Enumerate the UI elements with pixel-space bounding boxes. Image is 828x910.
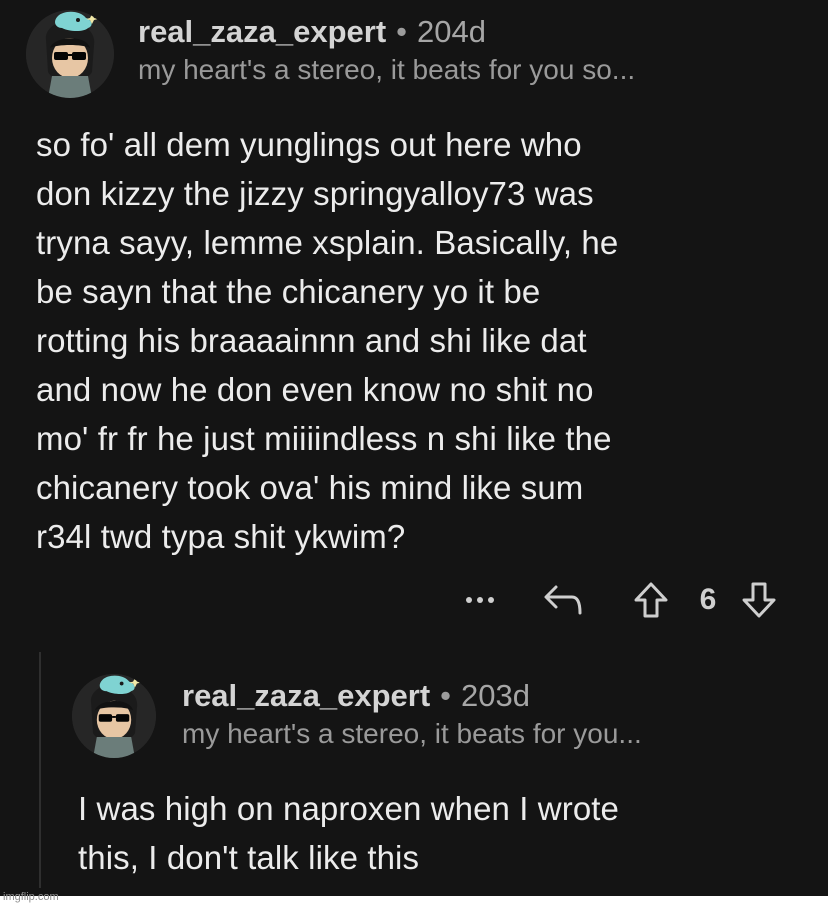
upvote-button[interactable] [628, 574, 674, 626]
body-line: tryna sayy, lemme xsplain. Basically, he [36, 224, 619, 261]
downvote-button[interactable] [736, 574, 782, 626]
more-dots-icon [466, 597, 494, 603]
upvote-arrow-icon [634, 582, 668, 618]
meta-separator: • [396, 14, 408, 49]
comment-thread-page: real_zaza_expert • 204d my heart's a stere… [0, 0, 828, 910]
reply-body: I was high on naproxen when I wrote this… [78, 784, 798, 882]
reply-button[interactable] [538, 574, 588, 626]
username[interactable]: real_zaza_expert [138, 14, 386, 49]
comment-body: so fo' all dem yunglings out here who do… [36, 120, 806, 561]
user-avatar[interactable] [72, 674, 156, 758]
reply-arrow-icon [544, 585, 582, 615]
avatar-icon [72, 674, 156, 758]
body-line: I was high on naproxen when I wrote [78, 790, 619, 827]
body-line: so fo' all dem yunglings out here who [36, 126, 582, 163]
reply-comment-card: real_zaza_expert • 203d my heart's a stere… [0, 630, 828, 900]
avatar-icon [26, 10, 114, 98]
body-line: be sayn that the chicanery yo it be [36, 273, 541, 310]
body-line: and now he don even know no shit no [36, 371, 594, 408]
user-flair: my heart's a stereo, it beats for you so… [138, 54, 636, 85]
comment-meta: real_zaza_expert • 204d my heart's a stere… [138, 12, 635, 88]
author-line: real_zaza_expert • 203d [182, 676, 642, 716]
comment-meta: real_zaza_expert • 203d my heart's a stere… [182, 676, 642, 752]
username[interactable]: real_zaza_expert [182, 678, 430, 713]
meta-separator: • [440, 678, 452, 713]
body-line: rotting his braaaainnn and shi like dat [36, 322, 587, 359]
body-line: mo' fr fr he just miiiindless n shi like… [36, 420, 612, 457]
body-line: this, I don't talk like this [78, 839, 420, 876]
more-options-button[interactable] [455, 574, 505, 626]
comment-age: 204d [417, 14, 486, 49]
user-flair: my heart's a stereo, it beats for you... [182, 718, 642, 749]
body-line: don kizzy the jizzy springyalloy73 was [36, 175, 594, 212]
vote-score: 6 [699, 583, 717, 616]
author-line: real_zaza_expert • 204d [138, 12, 635, 52]
user-avatar[interactable] [26, 10, 114, 98]
body-line: r34l twd typa shit ykwim? [36, 518, 406, 555]
comment-actions-bar: 6 [450, 574, 810, 626]
comment-age: 203d [461, 678, 530, 713]
body-line: chicanery took ova' his mind like sum [36, 469, 584, 506]
downvote-arrow-icon [742, 582, 776, 618]
watermark-text: imgflip.com [3, 891, 59, 903]
bottom-strip [0, 896, 828, 910]
comment-card: real_zaza_expert • 204d my heart's a stere… [0, 0, 828, 630]
